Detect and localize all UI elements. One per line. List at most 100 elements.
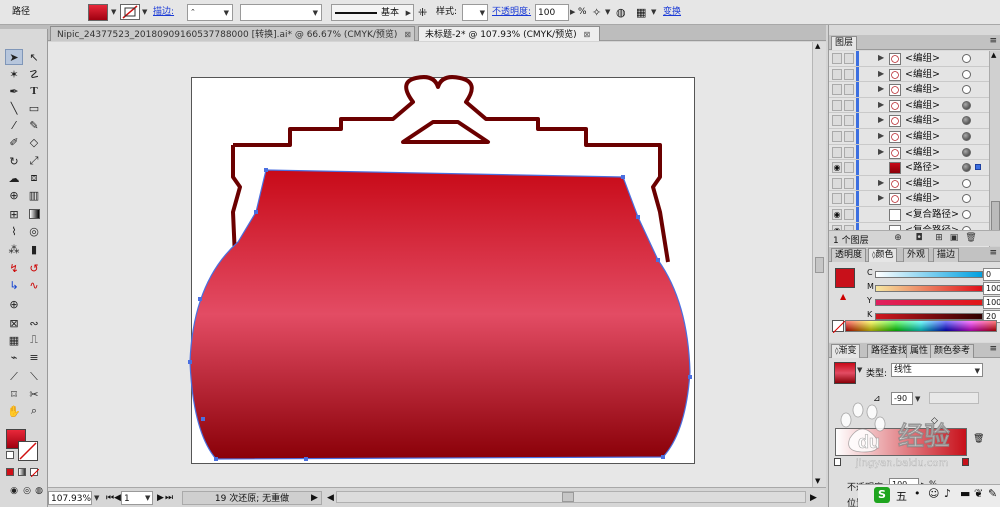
pen-tool-icon[interactable]: ✒: [5, 83, 23, 99]
crop-tool-icon[interactable]: ⌑: [5, 386, 23, 402]
opacity-arrow-icon[interactable]: ▶: [570, 4, 575, 21]
none-swatch[interactable]: [832, 320, 846, 334]
layer-row[interactable]: ▶ <编组>: [829, 191, 989, 207]
draw-inside-icon[interactable]: ◍: [30, 483, 48, 499]
skin-icon[interactable]: ❦: [974, 487, 983, 500]
expand-triangle-icon[interactable]: ▶: [878, 84, 884, 93]
eraser-tool-icon[interactable]: ◇: [25, 134, 43, 150]
tab-gradient[interactable]: ◊渐变: [831, 344, 861, 358]
shape-builder-tool-icon[interactable]: ⊕: [5, 187, 23, 203]
keyboard-icon[interactable]: ▬: [960, 487, 970, 500]
lock-toggle-icon[interactable]: [844, 68, 854, 80]
channel-slider[interactable]: [875, 313, 983, 320]
gradient-midpoint-icon[interactable]: ◇: [931, 416, 938, 426]
vertical-scroll-thumb[interactable]: [815, 257, 824, 273]
target-circle-icon[interactable]: [962, 69, 971, 79]
new-sublayer-icon[interactable]: ⊞: [933, 232, 945, 244]
line-tool-icon[interactable]: ╲: [5, 100, 23, 116]
scale-tool-icon[interactable]: ⤢: [25, 153, 43, 169]
expand-triangle-icon[interactable]: ▶: [878, 100, 884, 109]
channel-value-input[interactable]: 100: [983, 282, 1000, 295]
color-fill-box[interactable]: [835, 268, 855, 288]
scroll-up-icon[interactable]: ▲: [815, 42, 820, 50]
purse-artwork[interactable]: [48, 42, 826, 487]
blend-tool-icon[interactable]: ◎: [25, 223, 43, 239]
type-tool-icon[interactable]: T: [25, 83, 43, 99]
locate-object-icon[interactable]: ⊕: [892, 232, 904, 244]
chart-tool-icon[interactable]: ⎍: [25, 332, 43, 348]
gradient-stop-right[interactable]: [962, 458, 969, 466]
selection-tool-icon[interactable]: ➤: [5, 49, 23, 65]
doc-tab-2[interactable]: 未标题-2* @ 107.93% (CMYK/预览) ⊠: [418, 26, 600, 41]
stroke-none-swatch[interactable]: [120, 4, 140, 20]
expand-triangle-icon[interactable]: ▶: [878, 193, 884, 202]
target-circle-icon[interactable]: [962, 210, 971, 219]
stroke-link[interactable]: 描边:: [153, 4, 174, 21]
prev-page-icon[interactable]: ◀: [114, 491, 121, 505]
visibility-toggle-icon[interactable]: [832, 84, 842, 96]
default-colors-icon[interactable]: [6, 451, 14, 459]
lock-toggle-icon[interactable]: [844, 53, 854, 64]
visibility-toggle-icon[interactable]: [832, 53, 842, 64]
expand-triangle-icon[interactable]: ▶: [878, 178, 884, 187]
layer-row[interactable]: ◉ <路径>: [829, 160, 989, 176]
lasso-tool-icon[interactable]: ☡: [25, 66, 43, 82]
crosshair-tool-icon[interactable]: ⊕: [5, 296, 23, 312]
lock-toggle-icon[interactable]: [844, 193, 854, 205]
visibility-toggle-icon[interactable]: [832, 68, 842, 80]
horizontal-scroll-thumb[interactable]: [562, 492, 574, 502]
bristle-tool-icon[interactable]: ↯: [5, 260, 23, 276]
grid-tool-icon[interactable]: ▦: [5, 332, 23, 348]
lock-toggle-icon[interactable]: [844, 177, 854, 189]
layer-row[interactable]: ▶ <编组>: [829, 129, 989, 145]
gradient-stop-left[interactable]: [834, 458, 841, 466]
gradient-preview-swatch[interactable]: [834, 362, 856, 384]
doc-tab-1[interactable]: Nipic_24377523_20180909160537788000 [转换]…: [50, 26, 415, 41]
scroll-left-icon[interactable]: ◀: [327, 491, 334, 505]
lock-toggle-icon[interactable]: [844, 146, 854, 158]
wrench-icon[interactable]: ✎: [988, 487, 997, 500]
visibility-toggle-icon[interactable]: ◉: [832, 162, 842, 174]
delete-stop-icon[interactable]: 🗑: [973, 434, 984, 444]
layer-row[interactable]: ▶ <编组>: [829, 97, 989, 114]
ime-mode-label[interactable]: 五: [896, 488, 907, 504]
gradient-tool-icon[interactable]: [25, 206, 43, 222]
fill-swatch[interactable]: [88, 4, 108, 21]
channel-slider[interactable]: [875, 299, 983, 306]
tab-stroke[interactable]: 描边: [933, 248, 960, 262]
vertical-scrollbar[interactable]: ▲ ▼: [812, 42, 826, 487]
tab-pathfinder[interactable]: 路径查找: [867, 344, 912, 358]
tab-color-guide[interactable]: 颜色参考: [930, 344, 975, 358]
tab-layers[interactable]: 图层: [831, 36, 858, 50]
lock-toggle-icon[interactable]: [844, 84, 854, 96]
none-mode-icon[interactable]: [30, 468, 40, 478]
paintbrush-tool-icon[interactable]: ⁄: [5, 117, 23, 133]
zoom-tool-icon[interactable]: ⌕: [25, 403, 43, 419]
warp-tool-icon[interactable]: ☁: [5, 170, 23, 186]
visibility-toggle-icon[interactable]: [832, 193, 842, 205]
layers-scrollbar[interactable]: ▲ ▼: [989, 51, 1000, 247]
stroke-dropdown-icon[interactable]: ▼: [142, 4, 147, 21]
artboard-tool-icon[interactable]: ⊠: [5, 315, 23, 331]
layer-row[interactable]: ▶ <编组>: [829, 144, 989, 161]
layers-scroll-up-icon[interactable]: ▲: [991, 51, 996, 59]
rotate-tool-icon[interactable]: ↻: [5, 153, 23, 169]
layer-row[interactable]: ▶ <编组>: [829, 51, 989, 67]
eyedropper-tool-icon[interactable]: ⌇: [5, 223, 23, 239]
visibility-toggle-icon[interactable]: [832, 177, 842, 189]
expand-triangle-icon[interactable]: ▶: [878, 147, 884, 156]
page-dropdown-icon[interactable]: ▼: [145, 491, 150, 505]
target-circle-icon[interactable]: [962, 116, 971, 126]
layer-row[interactable]: ▶ <编组>: [829, 113, 989, 129]
magic-wand-tool-icon[interactable]: ✶: [5, 66, 23, 82]
pencil-tool-icon[interactable]: ✎: [25, 117, 43, 133]
zoom-field[interactable]: 107.93%: [48, 491, 92, 505]
lock-toggle-icon[interactable]: [844, 99, 854, 111]
target-circle-icon[interactable]: [962, 132, 971, 141]
target-circle-icon[interactable]: [962, 163, 971, 173]
tab-transparency[interactable]: 透明度: [831, 248, 867, 262]
horizontal-scrollbar[interactable]: [336, 491, 806, 503]
out-of-gamut-icon[interactable]: ▲: [840, 292, 846, 301]
tab-attributes[interactable]: 属性: [906, 344, 933, 358]
recolor-icon[interactable]: ✧: [592, 4, 601, 21]
